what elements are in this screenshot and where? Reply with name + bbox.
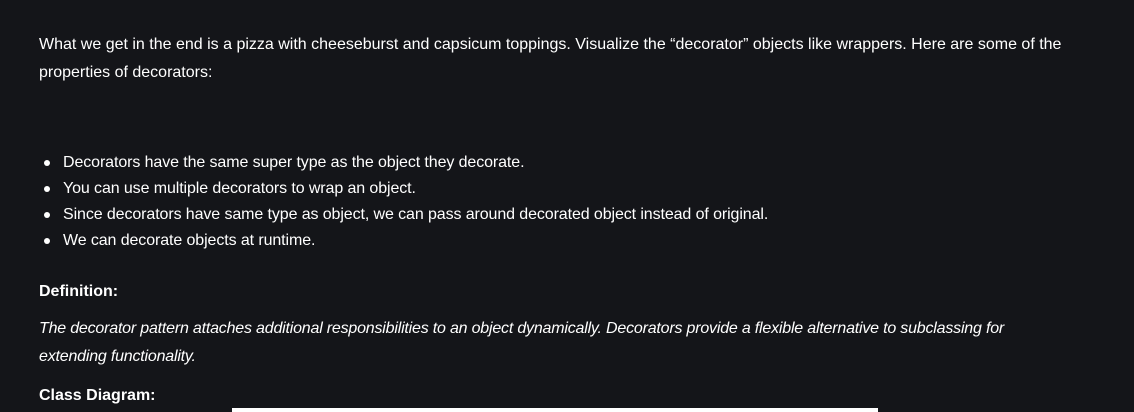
list-item: Since decorators have same type as objec… [39, 202, 768, 228]
bullet-icon [44, 212, 50, 218]
list-item: Decorators have the same super type as t… [39, 150, 768, 176]
list-item-text: Decorators have the same super type as t… [63, 154, 525, 171]
bullet-icon [44, 238, 50, 244]
class-diagram-heading: Class Diagram: [39, 387, 156, 404]
bullet-icon [44, 186, 50, 192]
definition-text: The decorator pattern attaches additiona… [39, 320, 1005, 365]
list-item: We can decorate objects at runtime. [39, 228, 768, 254]
decorator-properties-list: Decorators have the same super type as t… [39, 150, 768, 254]
class-diagram-image [232, 408, 878, 412]
list-item-text: We can decorate objects at runtime. [63, 232, 316, 249]
intro-paragraph: What we get in the end is a pizza with c… [39, 36, 1062, 81]
definition-heading: Definition: [39, 283, 119, 300]
list-item: You can use multiple decorators to wrap … [39, 176, 768, 202]
list-item-text: You can use multiple decorators to wrap … [63, 180, 416, 197]
bullet-icon [44, 160, 50, 166]
list-item-text: Since decorators have same type as objec… [63, 206, 769, 223]
